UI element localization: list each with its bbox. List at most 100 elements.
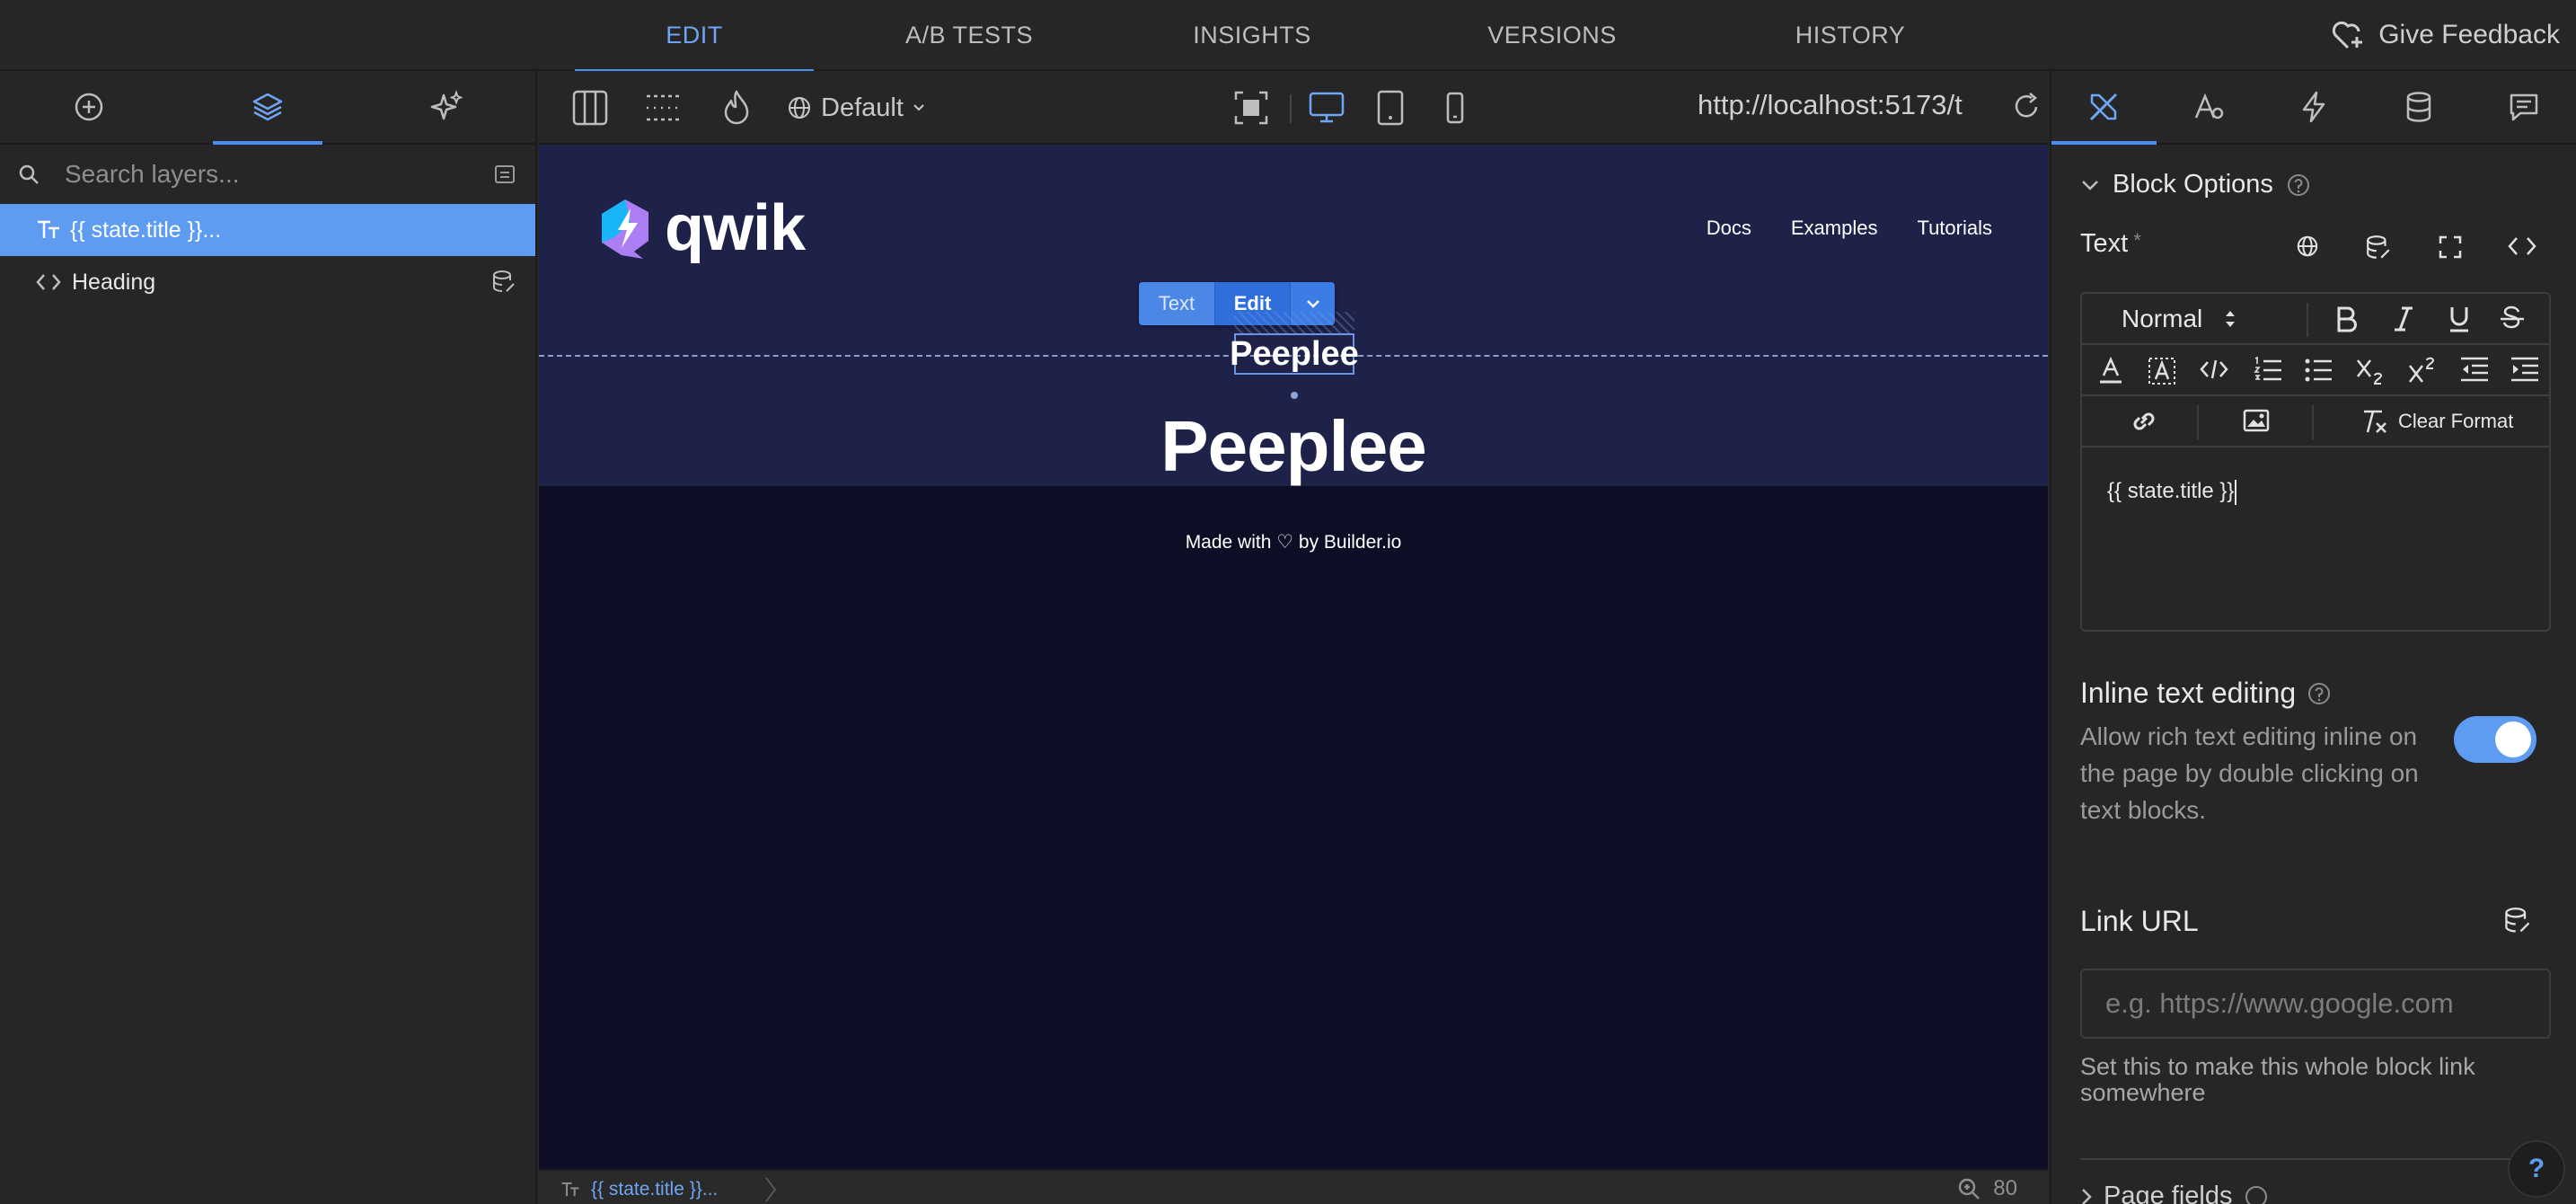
qwik-logo[interactable]: qwik xyxy=(595,191,806,265)
database-link-icon[interactable] xyxy=(2366,235,2391,261)
tab-comments[interactable] xyxy=(2471,71,2576,143)
link-url-help: Set this to make this whole block link s… xyxy=(2080,1053,2475,1106)
breadcrumb-item[interactable]: {{ state.title }}... xyxy=(591,1179,718,1200)
outdent-icon[interactable] xyxy=(2459,356,2490,383)
tab-versions[interactable]: VERSIONS xyxy=(1380,0,1725,71)
block-options-header[interactable]: Block Options xyxy=(2080,170,2311,199)
rte-toolbar-row-1: Normal xyxy=(2082,294,2549,345)
code-view-icon[interactable] xyxy=(2508,235,2536,258)
breadcrumb[interactable]: {{ state.title }}... xyxy=(560,1176,777,1203)
block-type-label: Text xyxy=(1139,282,1214,325)
zoom-level[interactable]: 80 xyxy=(1957,1176,2017,1201)
tab-ab-tests[interactable]: A/B TESTS xyxy=(814,0,1125,71)
tab-edit[interactable]: EDIT xyxy=(575,0,814,73)
image-icon[interactable] xyxy=(2242,407,2271,434)
desktop-view-icon[interactable] xyxy=(1308,89,1345,127)
style-tools-icon xyxy=(2086,90,2121,124)
toolbar-divider xyxy=(1290,94,1292,123)
spacing-guides-icon[interactable] xyxy=(645,89,683,127)
tab-layers[interactable] xyxy=(179,71,357,145)
collapse-all-icon[interactable] xyxy=(494,164,516,184)
locale-select[interactable]: Default xyxy=(787,89,925,127)
tab-data[interactable] xyxy=(2366,71,2471,143)
nav-link-tutorials[interactable]: Tutorials xyxy=(1917,217,1992,240)
text-color-icon[interactable] xyxy=(2096,356,2125,386)
globe-icon[interactable] xyxy=(2296,235,2319,258)
resize-handle[interactable] xyxy=(1291,392,1298,399)
chevron-down-icon xyxy=(913,103,925,112)
link-icon[interactable] xyxy=(2129,407,2159,436)
give-feedback-button[interactable]: Give Feedback xyxy=(2330,14,2560,56)
layer-item-heading[interactable]: Heading xyxy=(0,256,535,308)
globe-icon xyxy=(787,95,812,120)
nav-link-docs[interactable]: Docs xyxy=(1707,217,1751,240)
ordered-list-icon[interactable] xyxy=(2253,356,2283,385)
chevron-right-icon xyxy=(2080,1187,2093,1204)
help-circle-icon[interactable] xyxy=(2244,1184,2269,1204)
tab-ai[interactable] xyxy=(357,71,535,143)
strikethrough-icon[interactable] xyxy=(2499,305,2526,333)
subscript-icon[interactable] xyxy=(2355,356,2386,386)
format-select[interactable]: Normal xyxy=(2122,305,2236,333)
tab-insert[interactable] xyxy=(0,71,179,143)
underline-icon[interactable] xyxy=(2447,305,2472,333)
layer-item-state-title[interactable]: {{ state.title }}... xyxy=(0,204,535,256)
footer-credit[interactable]: Made with ♡ by Builder.io xyxy=(539,531,2048,553)
comment-icon xyxy=(2508,92,2540,122)
help-circle-icon[interactable] xyxy=(2286,173,2311,198)
columns-layout-icon[interactable] xyxy=(571,89,609,127)
text-field-label: Text * xyxy=(2080,229,2141,258)
italic-icon[interactable] xyxy=(2393,305,2414,333)
focus-select-icon[interactable] xyxy=(1232,89,1270,127)
preview-url[interactable]: http://localhost:5173/t xyxy=(1698,89,2003,121)
clear-format-icon xyxy=(2360,407,2389,436)
sparkle-icon xyxy=(429,90,463,124)
link-url-input[interactable] xyxy=(2080,969,2551,1039)
add-circle-icon xyxy=(74,92,104,122)
search-layers-input[interactable] xyxy=(65,160,487,189)
inline-editing-label: Inline text editing xyxy=(2080,677,2297,709)
give-feedback-label: Give Feedback xyxy=(2378,20,2560,49)
bold-icon[interactable] xyxy=(2333,305,2359,333)
tablet-view-icon[interactable] xyxy=(1374,89,1407,127)
layers-panel: {{ state.title }}... Heading xyxy=(0,71,537,1204)
right-panel-tabs xyxy=(2051,71,2576,145)
page-preview[interactable]: qwik Docs Examples Tutorials Text Edit P… xyxy=(539,145,2048,1169)
site-nav: Docs Examples Tutorials xyxy=(1707,217,1992,240)
flame-icon[interactable] xyxy=(720,89,753,127)
text-type-icon xyxy=(36,219,61,241)
tab-options[interactable] xyxy=(2051,71,2157,145)
section-divider xyxy=(2080,1158,2549,1160)
page-heading[interactable]: Peeplee xyxy=(539,405,2048,488)
database-link-icon xyxy=(492,270,516,295)
clear-format-button[interactable]: Clear Format xyxy=(2360,407,2513,436)
typography-icon xyxy=(2192,91,2225,123)
selected-text-block[interactable]: Peeplee xyxy=(1230,333,1359,375)
padding-indicator xyxy=(1234,312,1354,335)
inline-editing-header: Inline text editing xyxy=(2080,677,2332,710)
tab-style[interactable] xyxy=(2157,71,2262,143)
tab-insights[interactable]: INSIGHTS xyxy=(1125,0,1380,71)
help-button[interactable]: ? xyxy=(2508,1140,2565,1198)
database-link-icon[interactable] xyxy=(2504,907,2531,935)
superscript-icon[interactable] xyxy=(2407,356,2438,386)
bullet-list-icon[interactable] xyxy=(2303,356,2333,385)
brand-wordmark: qwik xyxy=(665,192,806,264)
page-fields-header[interactable]: Page fields xyxy=(2080,1182,2269,1204)
lightning-icon xyxy=(2300,90,2327,124)
highlight-color-icon[interactable] xyxy=(2147,356,2177,386)
nav-link-examples[interactable]: Examples xyxy=(1791,217,1878,240)
inline-code-icon[interactable] xyxy=(2199,356,2229,383)
toolbar-divider xyxy=(2197,405,2199,439)
expand-icon[interactable] xyxy=(2438,235,2463,260)
inline-editing-toggle[interactable] xyxy=(2454,716,2536,763)
rich-text-content[interactable]: {{ state.title }} xyxy=(2107,479,2236,505)
tab-history[interactable]: HISTORY xyxy=(1725,0,1976,71)
qwik-bolt-icon xyxy=(595,196,656,261)
mobile-view-icon[interactable] xyxy=(1441,89,1469,127)
indent-icon[interactable] xyxy=(2510,356,2540,383)
tab-interactions[interactable] xyxy=(2262,71,2367,143)
zoom-value: 80 xyxy=(1993,1176,2017,1200)
help-circle-icon[interactable] xyxy=(2307,681,2332,706)
refresh-icon[interactable] xyxy=(2012,89,2042,125)
